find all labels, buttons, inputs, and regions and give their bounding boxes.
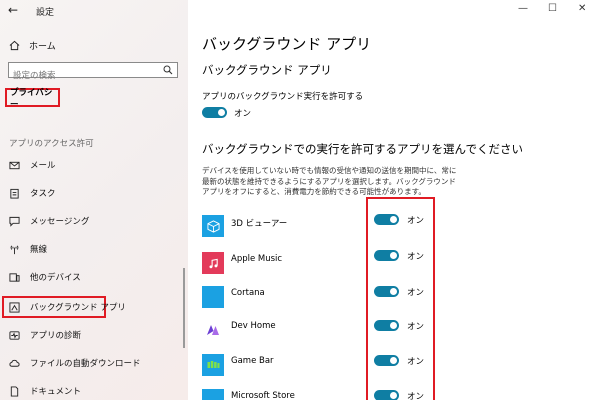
home-link[interactable]: ホーム <box>9 37 56 53</box>
store-icon <box>202 389 224 400</box>
minimize-button[interactable]: — <box>518 3 528 14</box>
dev-home-icon <box>202 319 224 341</box>
sidebar-item-label: メール <box>30 161 56 171</box>
sidebar-item-auto-download[interactable]: ファイルの自動ダウンロード <box>9 355 141 371</box>
cortana-icon <box>202 286 224 308</box>
sidebar-item-label: ドキュメント <box>30 387 82 397</box>
back-arrow-icon[interactable]: ← <box>8 3 18 17</box>
close-button[interactable]: ✕ <box>578 3 586 14</box>
app-name: Cortana <box>231 288 265 298</box>
game-bar-icon <box>202 354 224 376</box>
mail-icon <box>9 161 20 169</box>
description-text: デバイスを使用していない時でも情報の受信や通知の送信を期間中に、常に最新の状態を… <box>202 166 457 196</box>
sidebar-item-background-apps[interactable]: バックグラウンド アプリ <box>9 299 126 315</box>
background-apps-icon <box>9 301 20 313</box>
title-bar: ← 設定 <box>0 0 188 22</box>
search-icon[interactable] <box>163 65 173 75</box>
app-name: Apple Music <box>231 254 283 264</box>
section-title: バックグラウンド アプリ <box>202 63 332 77</box>
window-title: 設定 <box>36 8 55 18</box>
tasks-icon <box>10 188 19 199</box>
message-icon <box>9 216 20 227</box>
home-icon <box>9 40 20 50</box>
search-input[interactable] <box>9 69 153 83</box>
cube-icon <box>202 215 224 237</box>
main-pane: — ☐ ✕ バックグラウンド アプリ バックグラウンド アプリ アプリのバックグ… <box>188 0 599 400</box>
sidebar-item-label: 他のデバイス <box>30 273 81 283</box>
sidebar-item-label: タスク <box>30 189 56 199</box>
page-title: バックグラウンド アプリ <box>202 35 372 53</box>
sidebar-item-tasks[interactable]: タスク <box>9 185 56 201</box>
sidebar-item-radio[interactable]: 無線 <box>9 241 47 257</box>
search-box[interactable] <box>8 62 178 83</box>
choose-apps-title: バックグラウンドでの実行を許可するアプリを選んでください <box>202 142 523 156</box>
document-icon <box>10 385 19 397</box>
app-name: Dev Home <box>231 321 276 331</box>
app-name: Game Bar <box>231 356 274 366</box>
allow-background-toggle[interactable] <box>202 107 227 118</box>
sidebar-item-label: アプリの診断 <box>30 331 82 341</box>
section-header: アプリのアクセス許可 <box>9 139 94 149</box>
sidebar-item-diagnostics[interactable]: アプリの診断 <box>9 327 81 343</box>
sidebar-scrollbar[interactable] <box>183 268 185 348</box>
home-label: ホーム <box>29 41 56 52</box>
sidebar-item-messaging[interactable]: メッセージング <box>9 213 89 229</box>
sidebar-item-label: ファイルの自動ダウンロード <box>30 359 141 369</box>
allow-background-state: オン <box>234 109 252 119</box>
diagnostics-icon <box>9 330 20 340</box>
app-name: 3D ビューアー <box>231 219 288 229</box>
cloud-download-icon <box>9 359 20 367</box>
app-name: Microsoft Store <box>231 391 295 400</box>
maximize-button[interactable]: ☐ <box>548 3 557 14</box>
radio-icon <box>10 245 19 254</box>
allow-background-label: アプリのバックグラウンド実行を許可する <box>202 92 364 102</box>
music-note-icon <box>202 252 224 274</box>
devices-icon <box>9 272 20 282</box>
category-privacy: プライバシー <box>5 88 60 110</box>
sidebar-item-label: 無線 <box>30 245 48 255</box>
sidebar-item-documents[interactable]: ドキュメント <box>9 383 81 399</box>
sidebar-item-label: メッセージング <box>30 217 90 227</box>
sidebar-item-devices[interactable]: 他のデバイス <box>9 269 81 285</box>
sidebar-item-mail[interactable]: メール <box>9 157 56 173</box>
sidebar: ← 設定 ホーム プライバシー アプリのアクセス許可 メール タスク メッセージ… <box>0 0 188 400</box>
toggles-highlight <box>366 197 435 400</box>
sidebar-item-label: バックグラウンド アプリ <box>30 303 126 313</box>
